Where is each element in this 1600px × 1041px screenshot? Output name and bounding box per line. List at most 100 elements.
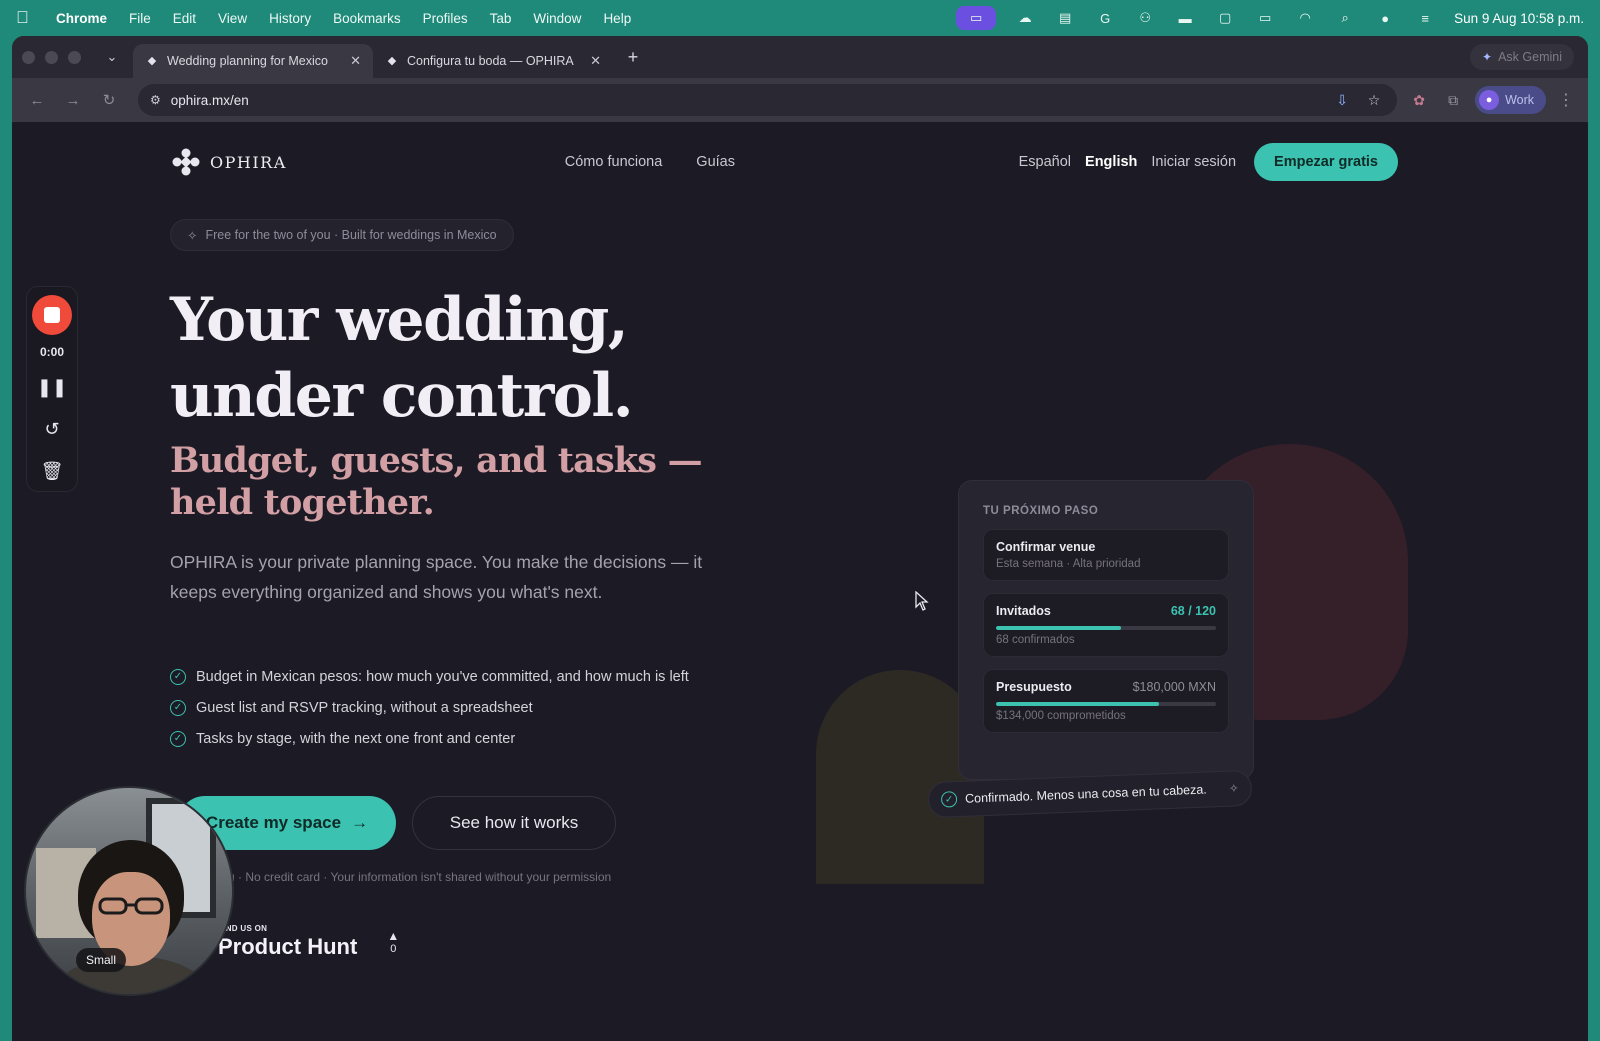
menu-window[interactable]: Window bbox=[533, 11, 581, 26]
logo-text: OPHIRA bbox=[210, 152, 287, 172]
arrow-right-icon: → bbox=[351, 813, 369, 832]
new-tab-plus-icon[interactable]: + bbox=[619, 43, 647, 71]
menu-profiles[interactable]: Profiles bbox=[423, 11, 468, 26]
budget-value: $180,000 MXN bbox=[1132, 680, 1216, 694]
menu-tab[interactable]: Tab bbox=[490, 11, 512, 26]
trash-icon[interactable]: 🗑 bbox=[38, 457, 66, 485]
feature-text: Guest list and RSVP tracking, without a … bbox=[196, 699, 533, 716]
zoom-window-button[interactable] bbox=[68, 50, 81, 64]
apple-icon[interactable]:  bbox=[16, 9, 34, 27]
menubar-status-area: ▭ ☁ ▤ G ⚇ ▬ ▢ ▭ ◠ ⌕ ● ≡ Sun 9 Aug 10:58 … bbox=[956, 6, 1584, 30]
forward-arrow-icon[interactable]: → bbox=[60, 87, 86, 113]
minimize-window-button[interactable] bbox=[45, 50, 58, 64]
hero-title-line1: Your wedding, bbox=[170, 285, 629, 355]
menu-app-name[interactable]: Chrome bbox=[56, 11, 107, 26]
next-task-item[interactable]: Confirmar venue Esta semana · Alta prior… bbox=[983, 529, 1229, 581]
card-eyebrow: TU PRÓXIMO PASO bbox=[983, 505, 1099, 517]
product-hunt-vote-count: 0 bbox=[390, 943, 397, 955]
macos-menubar:  Chrome File Edit View History Bookmark… bbox=[0, 0, 1600, 36]
reload-icon[interactable]: ↻ bbox=[96, 87, 122, 113]
guests-progress-bar bbox=[996, 626, 1216, 630]
tab-configura-boda[interactable]: ◆ Configura tu boda — OPHIRA ✕ bbox=[373, 44, 613, 78]
wifi-icon[interactable]: ◠ bbox=[1294, 10, 1316, 26]
menu-edit[interactable]: Edit bbox=[173, 11, 196, 26]
webcam-size-toggle[interactable]: Small bbox=[76, 948, 127, 972]
ophira-logo-icon bbox=[172, 148, 200, 176]
check-circle-icon: ✓ bbox=[170, 668, 186, 685]
lang-english[interactable]: English bbox=[1085, 154, 1137, 170]
product-hunt-badge[interactable]: FIND US ON Product Hunt ▲ 0 bbox=[218, 912, 418, 972]
people-icon[interactable]: ⚇ bbox=[1134, 10, 1156, 26]
close-window-button[interactable] bbox=[22, 50, 35, 64]
hero-title-line2: under control. bbox=[170, 361, 634, 431]
profile-label: Work bbox=[1505, 93, 1534, 107]
mouse-cursor-icon bbox=[915, 591, 929, 611]
menu-file[interactable]: File bbox=[129, 11, 151, 26]
menu-view[interactable]: View bbox=[218, 11, 247, 26]
menu-help[interactable]: Help bbox=[603, 11, 631, 26]
site-settings-icon[interactable]: ⚙ bbox=[150, 93, 161, 107]
pause-icon[interactable]: ❚❚ bbox=[37, 373, 67, 401]
login-link[interactable]: Iniciar sesión bbox=[1151, 154, 1236, 170]
check-circle-icon: ✓ bbox=[170, 730, 186, 747]
feature-text: Tasks by stage, with the next one front … bbox=[196, 730, 516, 747]
toast-text: Confirmado. Menos una cosa en tu cabeza. bbox=[964, 782, 1207, 806]
extensions-puzzle-icon[interactable]: ⧉ bbox=[1441, 88, 1465, 112]
address-bar[interactable]: ⚙ ophira.mx/en ⇩ ☆ bbox=[138, 84, 1398, 116]
ask-gemini-button[interactable]: ✦ Ask Gemini bbox=[1470, 44, 1574, 70]
restart-icon[interactable]: ↺ bbox=[38, 415, 66, 443]
recording-timer: 0:00 bbox=[39, 345, 65, 359]
lang-espanol[interactable]: Español bbox=[1019, 154, 1071, 170]
guests-item[interactable]: Invitados 68 / 120 68 confirmados bbox=[983, 593, 1229, 657]
siri-icon[interactable]: ● bbox=[1374, 10, 1396, 26]
profile-button[interactable]: ● Work bbox=[1475, 86, 1546, 114]
screen-recorder-icon[interactable]: ▭ bbox=[956, 6, 997, 30]
close-tab-icon[interactable]: ✕ bbox=[590, 53, 601, 69]
stop-recording-button[interactable] bbox=[32, 295, 72, 335]
nav-como-funciona[interactable]: Cómo funciona bbox=[565, 154, 663, 170]
install-app-icon[interactable]: ⇩ bbox=[1331, 89, 1353, 111]
menu-bookmarks[interactable]: Bookmarks bbox=[333, 11, 401, 26]
control-center-icon[interactable]: ≡ bbox=[1414, 10, 1436, 26]
cloud-sync-icon[interactable]: ☁ bbox=[1014, 10, 1036, 26]
menu-history[interactable]: History bbox=[269, 11, 311, 26]
feature-list: ✓ Budget in Mexican pesos: how much you'… bbox=[170, 667, 689, 748]
spotlight-search-icon[interactable]: ⌕ bbox=[1334, 10, 1356, 26]
chrome-menu-icon[interactable]: ⋮ bbox=[1556, 90, 1576, 110]
guests-progress-fill bbox=[996, 626, 1122, 630]
stop-square-icon bbox=[44, 307, 60, 323]
browser-toolbar: ← → ↻ ⚙ ophira.mx/en ⇩ ☆ ✿ ⧉ ● Work ⋮ bbox=[12, 78, 1588, 122]
menubar-clock[interactable]: Sun 9 Aug 10:58 p.m. bbox=[1454, 11, 1584, 26]
display-icon[interactable]: ▬ bbox=[1174, 10, 1196, 26]
product-hunt-name: Product Hunt bbox=[218, 934, 358, 959]
see-how-it-works-button[interactable]: See how it works bbox=[412, 796, 616, 850]
keyboard-layout-icon[interactable]: ▢ bbox=[1214, 10, 1236, 26]
ask-gemini-label: Ask Gemini bbox=[1498, 50, 1562, 64]
close-tab-icon[interactable]: ✕ bbox=[350, 53, 361, 69]
bookmark-star-icon[interactable]: ☆ bbox=[1363, 89, 1385, 111]
budget-progress-bar bbox=[996, 702, 1216, 706]
tab-strip: ⌄ ◆ Wedding planning for Mexico ✕ ◆ Conf… bbox=[12, 36, 1588, 78]
tab-search-chevron-icon[interactable]: ⌄ bbox=[99, 44, 125, 70]
back-arrow-icon[interactable]: ← bbox=[24, 87, 50, 113]
site-nav-right: Español English Iniciar sesión Empezar g… bbox=[1019, 143, 1398, 181]
guests-value: 68 / 120 bbox=[1170, 604, 1216, 618]
grammar-icon[interactable]: G bbox=[1094, 10, 1116, 26]
next-task-title: Confirmar venue bbox=[996, 540, 1096, 554]
empezar-gratis-button[interactable]: Empezar gratis bbox=[1254, 143, 1398, 181]
ophira-logo[interactable]: OPHIRA bbox=[170, 146, 287, 178]
ophira-favicon-icon: ◆ bbox=[387, 55, 397, 67]
upvote-triangle-icon: ▲ bbox=[387, 929, 400, 943]
nav-guias[interactable]: Guías bbox=[696, 154, 735, 170]
hero-description: OPHIRA is your private planning space. Y… bbox=[170, 552, 703, 602]
webcam-glasses bbox=[98, 897, 164, 915]
extension-flower-icon[interactable]: ✿ bbox=[1407, 88, 1431, 112]
site-header: OPHIRA Cómo funciona Guías Español Engli… bbox=[170, 142, 1398, 182]
battery-icon[interactable]: ▭ bbox=[1254, 10, 1276, 26]
tab-wedding-planning[interactable]: ◆ Wedding planning for Mexico ✕ bbox=[133, 44, 373, 78]
sparkle-icon: ✧ bbox=[1228, 781, 1240, 796]
clipboard-icon[interactable]: ▤ bbox=[1054, 10, 1076, 26]
budget-item[interactable]: Presupuesto $180,000 MXN $134,000 compro… bbox=[983, 669, 1229, 733]
url-text[interactable]: ophira.mx/en bbox=[171, 93, 1321, 108]
webcam-bubble[interactable]: Small bbox=[24, 786, 234, 996]
